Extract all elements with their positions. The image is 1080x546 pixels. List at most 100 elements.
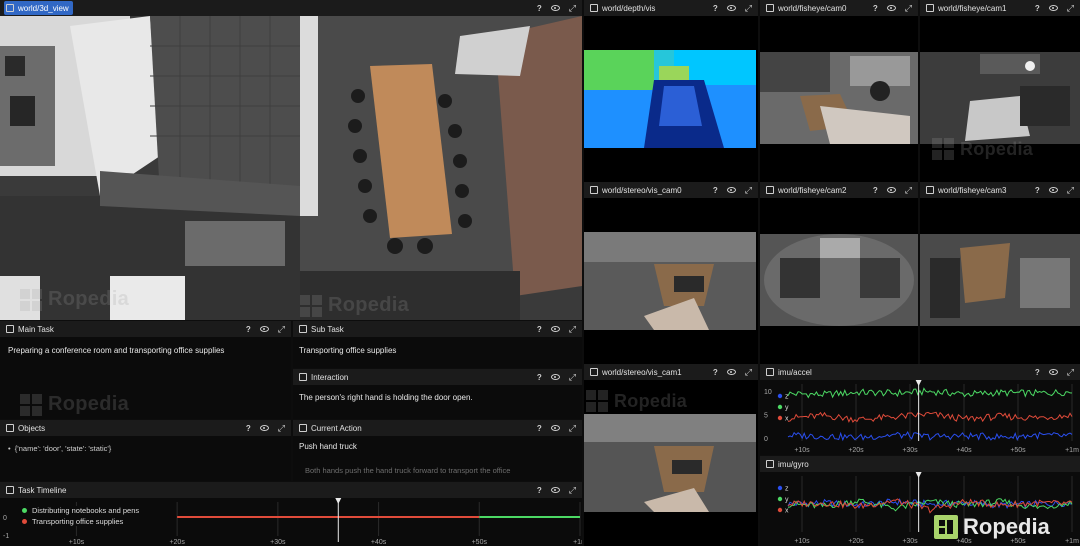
maximize-icon[interactable]: ⤢ [905,3,912,14]
timeline-plot[interactable]: +10s +20s +30s +40s +50s +1m 0 -1 Distributing … [0,498,582,546]
panel-tab-stereo-cam0[interactable]: world/stereo/vis_cam0 [588,183,686,197]
brand-logo-icon [934,515,958,539]
chart-icon [6,486,14,494]
stereo-cam1-image: Ropedia [584,380,758,546]
x-tick-label: +20s [848,447,864,454]
visibility-icon[interactable] [259,425,269,431]
maximize-icon[interactable]: ⤢ [569,423,576,434]
3d-viewport[interactable]: Ropedia Ropedia [0,16,582,320]
visibility-icon[interactable] [726,5,736,11]
panel-tab-fisheye-cam0[interactable]: world/fisheye/cam0 [764,1,850,15]
time-cursor-handle [915,472,922,478]
camera-frame [760,198,918,364]
panel-tab-fisheye-cam1[interactable]: world/fisheye/cam1 [924,1,1010,15]
legend-swatch [777,415,783,421]
help-icon[interactable]: ? [873,4,878,13]
image-icon [766,4,774,12]
help-icon[interactable]: ? [1035,368,1040,377]
help-icon[interactable]: ? [1035,186,1040,195]
maximize-icon[interactable]: ⤢ [745,3,752,14]
3d-view-icon [6,4,14,12]
maximize-icon[interactable]: ⤢ [569,324,576,335]
panel-tab-3d-view[interactable]: world/3d_view [4,1,73,15]
bullet: • [8,444,15,453]
maximize-icon[interactable]: ⤢ [569,372,576,383]
x-tick-label: +20s [169,539,185,546]
visibility-icon[interactable] [550,425,560,431]
maximize-icon[interactable]: ⤢ [1067,367,1074,378]
panel-stereo-cam1: world/stereo/vis_cam1 ? ⤢ Ropedia [584,364,758,546]
panel-tab-imu-gyro[interactable]: imu/gyro [764,457,813,471]
help-icon[interactable]: ? [246,325,251,334]
help-icon[interactable]: ? [537,373,542,382]
panel-tab-sub-task[interactable]: Sub Task [297,322,348,336]
panel-header: world/stereo/vis_cam0 ? ⤢ [584,182,758,198]
camera-frame [760,16,918,182]
panel-tab-fisheye-cam2[interactable]: world/fisheye/cam2 [764,183,850,197]
x-tick-label: +40s [956,447,972,454]
panel-tab-interaction[interactable]: Interaction [297,370,352,384]
visibility-icon[interactable] [550,487,560,493]
main-task-text: Preparing a conference room and transpor… [8,346,225,355]
visibility-icon[interactable] [1048,369,1058,375]
visibility-icon[interactable] [726,187,736,193]
chart-icon [766,460,774,468]
visibility-icon[interactable] [550,374,560,380]
maximize-icon[interactable]: ⤢ [278,324,285,335]
image-icon [766,186,774,194]
help-icon[interactable]: ? [873,186,878,195]
accel-plot[interactable]: +10s +20s +30s +40s +50s +1m 10 5 0 z y x [760,380,1080,455]
visibility-icon[interactable] [550,5,560,11]
visibility-icon[interactable] [886,5,896,11]
image-icon [926,4,934,12]
panel-title: world/depth/vis [602,3,656,13]
time-cursor-handle [915,380,922,386]
maximize-icon[interactable]: ⤢ [1067,185,1074,196]
panel-header: world/3d_view ? ⤢ [0,0,582,16]
visibility-icon[interactable] [726,369,736,375]
help-icon[interactable]: ? [713,368,718,377]
panel-tab-imu-accel[interactable]: imu/accel [764,365,816,379]
maximize-icon[interactable]: ⤢ [278,423,285,434]
visibility-icon[interactable] [886,187,896,193]
visibility-icon[interactable] [1048,187,1058,193]
panel-imu-accel: imu/accel ? ⤢ +10s +20s +30s +40s +50s +1m 10 5… [760,364,1080,455]
panel-tab-fisheye-cam3[interactable]: world/fisheye/cam3 [924,183,1010,197]
panel-fisheye-cam0: world/fisheye/cam0 ? ⤢ [760,0,918,182]
accel-chart[interactable]: +10s +20s +30s +40s +50s +1m 10 5 0 zyx [760,380,1080,455]
maximize-icon[interactable]: ⤢ [745,185,752,196]
panel-tab-depth[interactable]: world/depth/vis [588,1,659,15]
image-icon [590,4,598,12]
help-icon[interactable]: ? [537,325,542,334]
maximize-icon[interactable]: ⤢ [569,485,576,496]
maximize-icon[interactable]: ⤢ [905,185,912,196]
visibility-icon[interactable] [550,326,560,332]
help-icon[interactable]: ? [1035,4,1040,13]
visibility-icon[interactable] [1048,5,1058,11]
legend-label: y [785,405,789,412]
help-icon[interactable]: ? [713,186,718,195]
timeline-legend: Distributing notebooks and pens Transpor… [22,506,140,526]
panel-stereo-cam0: world/stereo/vis_cam0 ? ⤢ [584,182,758,364]
camera-frame [920,16,1080,182]
panel-tab-main-task[interactable]: Main Task [4,322,58,336]
maximize-icon[interactable]: ⤢ [1067,3,1074,14]
visibility-icon[interactable] [259,326,269,332]
panel-header: world/fisheye/cam1 ? ⤢ [920,0,1080,16]
maximize-icon[interactable]: ⤢ [745,367,752,378]
panel-tab-current-action[interactable]: Current Action [297,421,366,435]
maximize-icon[interactable]: ⤢ [569,3,576,14]
help-icon[interactable]: ? [246,424,251,433]
help-icon[interactable]: ? [537,4,542,13]
help-icon[interactable]: ? [537,486,542,495]
stereo-cam0-image [584,198,758,364]
panel-tab-stereo-cam1[interactable]: world/stereo/vis_cam1 [588,365,686,379]
help-icon[interactable]: ? [713,4,718,13]
panel-header: world/fisheye/cam3 ? ⤢ [920,182,1080,198]
help-icon[interactable]: ? [537,424,542,433]
y-tick-label: 10 [764,389,772,396]
panel-tab-task-timeline[interactable]: Task Timeline [4,483,70,497]
gyro-plot[interactable]: +10s +20s +30s +40s +50s +1m z y x Ropedia [760,472,1080,546]
panel-tab-objects[interactable]: Objects [4,421,49,435]
time-cursor-handle [335,498,342,504]
